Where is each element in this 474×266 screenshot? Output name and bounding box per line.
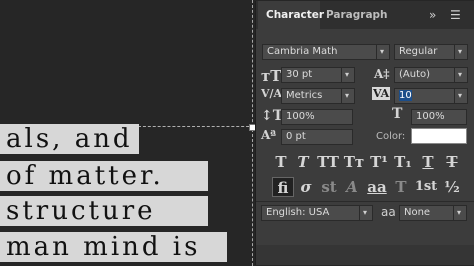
chevron-down-icon: ▾ (359, 206, 370, 220)
all-caps-button[interactable]: TT (316, 152, 340, 172)
horizontal-scale-icon: T (392, 106, 403, 122)
horizontal-scale-field[interactable]: 100% (411, 109, 467, 125)
chevron-down-icon: ▾ (453, 206, 464, 220)
text-line-4[interactable]: man mind is (0, 232, 227, 262)
panel-footer (256, 245, 474, 265)
stylistic-alternates-button[interactable]: aa (366, 177, 388, 197)
vertical-scale-icon: ↕T (261, 108, 284, 124)
character-panel: Character Paragraph » ☰ Cambria Math ▾ R… (255, 1, 474, 265)
leading-icon: A‡ (374, 67, 390, 81)
ordinals-button[interactable]: 1st (414, 177, 438, 197)
discretionary-ligatures-button[interactable]: st (318, 177, 340, 197)
leading-value: (Auto) (399, 69, 431, 80)
tab-character[interactable]: Character (258, 1, 324, 29)
chevron-down-icon: ▾ (454, 45, 465, 59)
vertical-scale-value: 100% (286, 111, 315, 122)
ligatures-button[interactable]: fi (272, 177, 294, 197)
text-line-1[interactable]: als, and (0, 124, 139, 154)
panel-tab-bar: Character Paragraph » ☰ (256, 1, 474, 29)
superscript-button[interactable]: T¹ (368, 152, 390, 172)
fractions-button[interactable]: ½ (442, 177, 462, 197)
panel-menu-icon[interactable]: ☰ (450, 8, 461, 22)
tab-paragraph[interactable]: Paragraph (326, 1, 396, 29)
anti-alias-value: None (404, 207, 431, 218)
anti-alias-icon: aa (381, 205, 396, 219)
faux-italic-button[interactable]: T (294, 152, 312, 172)
chevron-down-icon: ▾ (454, 89, 465, 103)
font-size-icon: ᴛT (261, 67, 282, 85)
strikethrough-button[interactable]: T (442, 152, 462, 172)
language-value: English: USA (266, 207, 330, 218)
small-caps-button[interactable]: Tт (343, 152, 365, 172)
font-family-select[interactable]: Cambria Math ▾ (262, 44, 390, 60)
divider (256, 201, 474, 202)
baseline-shift-value: 0 pt (286, 131, 306, 142)
chevron-down-icon: ▾ (341, 68, 352, 82)
language-select[interactable]: English: USA ▾ (261, 205, 373, 221)
titling-alternates-button[interactable]: T (392, 177, 410, 197)
font-size-field[interactable]: 30 pt ▾ (281, 67, 355, 83)
faux-bold-button[interactable]: T (272, 152, 290, 172)
color-swatch[interactable] (411, 128, 467, 144)
vertical-scale-field[interactable]: 100% (281, 109, 353, 125)
anti-alias-select[interactable]: None ▾ (399, 205, 467, 221)
underline-button[interactable]: T (418, 152, 438, 172)
baseline-shift-field[interactable]: 0 pt (281, 129, 353, 145)
text-bounding-box[interactable] (138, 126, 254, 127)
text-line-3[interactable]: structure (0, 196, 208, 226)
font-style-select[interactable]: Regular ▾ (394, 44, 468, 60)
subscript-button[interactable]: T₁ (392, 152, 414, 172)
swash-button[interactable]: A (342, 177, 362, 197)
chevron-down-icon: ▾ (376, 45, 387, 59)
tracking-icon: VA (372, 87, 391, 100)
text-line-2[interactable]: of matter. (0, 161, 208, 191)
kerning-value: Metrics (286, 90, 323, 101)
chevron-down-icon: ▾ (454, 68, 465, 82)
tracking-field[interactable]: 10 ▾ (394, 88, 468, 104)
font-size-value: 30 pt (286, 69, 313, 80)
tracking-value[interactable]: 10 (399, 90, 412, 101)
guide-line (252, 0, 253, 266)
horizontal-scale-value: 100% (416, 111, 445, 122)
kerning-icon: V/A (261, 87, 283, 100)
leading-field[interactable]: (Auto) ▾ (394, 67, 468, 83)
color-label: Color: (376, 131, 406, 142)
chevron-down-icon: ▾ (341, 89, 352, 103)
collapse-icon[interactable]: » (429, 8, 436, 22)
kerning-select[interactable]: Metrics ▾ (281, 88, 355, 104)
baseline-shift-icon: Aª (261, 128, 277, 142)
contextual-alternates-button[interactable]: σ (296, 177, 316, 197)
font-style-value: Regular (399, 46, 438, 57)
font-family-value: Cambria Math (267, 46, 338, 57)
opentype-buttons: fi σ st A aa T 1st ½ (272, 177, 472, 197)
type-style-buttons: T T TT Tт T¹ T₁ T T (272, 152, 472, 172)
